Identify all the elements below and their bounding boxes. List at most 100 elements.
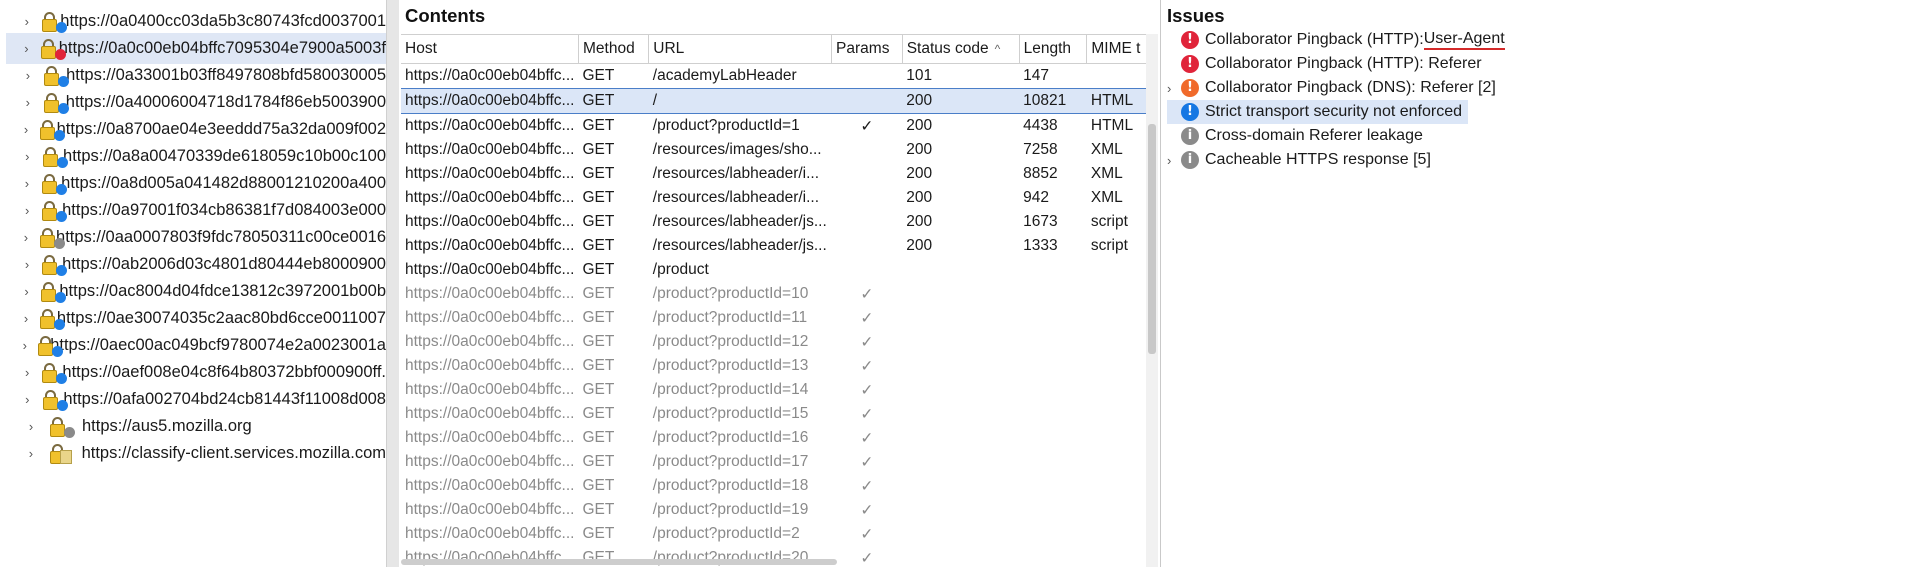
table-row[interactable]: https://0a0c00eb04bffc... GET/product?pro… [401, 354, 1147, 378]
tree-item-label: https://0ab2006d03c4801d80444eb8000900 [62, 255, 386, 273]
chevron-right-icon[interactable]: › [22, 203, 32, 218]
chevron-right-icon[interactable]: › [1167, 81, 1181, 96]
column-header[interactable]: Params [831, 34, 903, 64]
sort-ascending-icon[interactable]: ^ [995, 42, 1001, 56]
issue-label: Collaborator Pingback (HTTP): Referer [1205, 55, 1482, 72]
contents-vertical-scroll-thumb[interactable] [1148, 124, 1156, 354]
chevron-right-icon[interactable]: › [22, 311, 30, 326]
cell-url: / [648, 88, 832, 114]
chevron-right-icon[interactable]: › [22, 392, 33, 407]
table-row[interactable]: https://0a0c00eb04bffc... GET/resources/l… [401, 162, 1147, 186]
contents-vertical-scrollbar[interactable] [1146, 34, 1158, 567]
column-header[interactable]: Length [1019, 34, 1088, 64]
table-row[interactable]: https://0a0c00eb04bffc... GET/product?pro… [401, 426, 1147, 450]
column-header[interactable]: Status code ^ [902, 34, 1020, 64]
cell-url: /product?productId=1 [652, 117, 800, 134]
chevron-right-icon[interactable]: › [22, 14, 32, 29]
table-row[interactable]: https://0a0c00eb04bffc... GET/ 200 10821 HTM… [401, 88, 1147, 114]
table-row[interactable]: https://0a0c00eb04bffc... GET/resources/l… [401, 234, 1147, 258]
lock-icon [36, 335, 63, 357]
chevron-right-icon[interactable]: › [22, 365, 32, 380]
chevron-right-icon[interactable]: › [22, 41, 31, 56]
chevron-right-icon[interactable]: › [22, 257, 32, 272]
chevron-right-icon[interactable]: › [22, 176, 32, 191]
chevron-right-icon[interactable]: › [22, 95, 34, 110]
table-row[interactable]: https://0a0c00eb04bffc... GET/resources/i… [401, 138, 1147, 162]
pane-splitter-left[interactable] [386, 0, 400, 567]
cell-params [832, 234, 903, 258]
column-header-label: Length [1023, 40, 1072, 57]
cell-params: ✓ [860, 357, 874, 375]
cell-method: GET [582, 285, 615, 302]
cell-url: /product?productId=12 [652, 333, 809, 350]
issue-label: Collaborator Pingback (DNS): Referer [2] [1205, 79, 1496, 96]
cell-mime [1087, 282, 1147, 306]
chevron-right-icon[interactable]: › [22, 68, 34, 83]
cell-status: 200 [906, 141, 933, 158]
cell-params [832, 258, 903, 282]
cell-method: GET [582, 477, 615, 494]
table-row[interactable]: https://0a0c00eb04bffc... GET/product?pro… [401, 282, 1147, 306]
table-row[interactable]: https://0a0c00eb04bffc... GET/product?pro… [401, 498, 1147, 522]
cell-status: 200 [906, 213, 933, 230]
cell-url: /resources/labheader/i... [652, 189, 820, 206]
folder-icon [59, 449, 72, 464]
table-row[interactable]: https://0a0c00eb04bffc... GET/product?pro… [401, 522, 1147, 546]
status-dot-icon [56, 264, 68, 276]
cell-host: https://0a0c00eb04bffc... [405, 285, 575, 302]
cell-url: /product?productId=13 [652, 357, 809, 374]
status-dot-icon [54, 318, 66, 330]
chevron-right-icon[interactable]: › [22, 338, 28, 353]
issue-item[interactable]: ! Strict transport security not enforced [1167, 100, 1468, 124]
table-row[interactable]: https://0a0c00eb04bffc... GET/product?pro… [401, 378, 1147, 402]
cell-host: https://0a0c00eb04bffc... [405, 309, 575, 326]
chevron-right-icon[interactable]: › [22, 122, 30, 137]
cell-url: /academyLabHeader [652, 67, 797, 84]
cell-status [902, 426, 1019, 450]
exclamation-icon: ! [1181, 55, 1199, 73]
column-header[interactable]: Host [401, 34, 579, 64]
cell-url: /product?productId=14 [652, 381, 809, 398]
table-row[interactable]: https://0a0c00eb04bffc... GET/resources/l… [401, 186, 1147, 210]
column-header[interactable]: MIME t [1086, 34, 1147, 64]
chevron-right-icon[interactable]: › [1167, 153, 1181, 168]
cell-method: GET [582, 525, 615, 542]
table-row[interactable]: https://0a0c00eb04bffc... GET/product [401, 258, 1147, 282]
table-row[interactable]: https://0a0c00eb04bffc... GET/product?pro… [401, 474, 1147, 498]
contents-horizontal-scroll-thumb[interactable] [401, 559, 837, 565]
cell-host: https://0a0c00eb04bffc... [405, 405, 575, 422]
contents-horizontal-scrollbar[interactable] [401, 557, 1137, 567]
column-header[interactable]: Method [578, 34, 650, 64]
issue-item[interactable]: i Cross-domain Referer leakage [1167, 124, 1423, 148]
cell-params [832, 210, 903, 234]
cell-status [902, 378, 1019, 402]
column-header[interactable]: URL [648, 34, 833, 64]
table-row[interactable]: https://0a0c00eb04bffc... GET/product?pro… [401, 402, 1147, 426]
status-dot-icon [56, 399, 68, 411]
chevron-right-icon[interactable]: › [22, 284, 31, 299]
status-dot-icon [54, 129, 66, 141]
table-row[interactable]: https://0a0c00eb04bffc... GET/academyLabH… [401, 64, 1147, 89]
cell-params: ✓ [860, 453, 874, 471]
tree-item[interactable]: › https://classify-client.services.mozill… [6, 438, 386, 469]
status-dot-icon [64, 426, 75, 438]
cell-url: /product?productId=17 [652, 453, 809, 470]
chevron-right-icon[interactable]: › [22, 149, 33, 164]
cell-length: 1333 [1023, 237, 1058, 254]
table-row[interactable]: https://0a0c00eb04bffc... GET/product?pro… [401, 330, 1147, 354]
table-row[interactable]: https://0a0c00eb04bffc... GET/product?pro… [401, 450, 1147, 474]
chevron-right-icon[interactable]: › [22, 446, 40, 461]
table-row[interactable]: https://0a0c00eb04bffc... GET/resources/l… [401, 210, 1147, 234]
issue-item[interactable]: ! Collaborator Pingback (HTTP): User-Agen… [1167, 28, 1505, 52]
issue-item[interactable]: › i Cacheable HTTPS response [5] [1167, 148, 1431, 172]
issue-item[interactable]: ! Collaborator Pingback (HTTP): Referer [1167, 52, 1482, 76]
table-row[interactable]: https://0a0c00eb04bffc... GET/product?pro… [401, 114, 1147, 139]
table-row[interactable]: https://0a0c00eb04bffc... GET/product?pro… [401, 306, 1147, 330]
cell-status [902, 306, 1019, 330]
tree-item-label: https://0a97001f034cb86381f7d084003e000 [62, 201, 386, 219]
cell-host: https://0a0c00eb04bffc... [405, 333, 575, 350]
chevron-right-icon[interactable]: › [22, 230, 30, 245]
chevron-right-icon[interactable]: › [22, 419, 40, 434]
issue-item[interactable]: ›! Collaborator Pingback (DNS): Referer [… [1167, 76, 1496, 100]
cell-method: GET [582, 261, 615, 278]
